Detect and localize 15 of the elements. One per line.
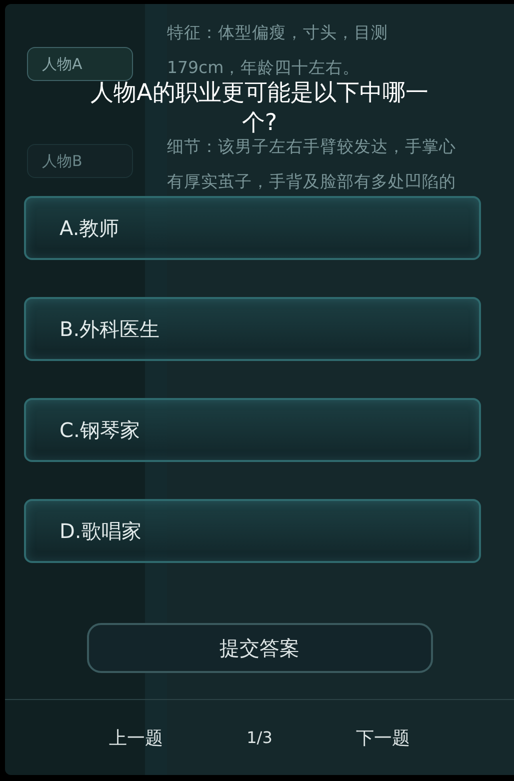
description-line: 特征：体型偏瘦，寸头，目测 [167,24,389,42]
description-line: 细节：该男子左右手臂较发达，手掌心 [167,138,456,156]
question-text: 人物A的职业更可能是以下中哪一个? [90,79,430,138]
description-line: 179cm，年龄四十左右。 [167,59,361,77]
previous-button[interactable]: 上一题 [104,724,167,752]
character-tab[interactable]: 人物B [27,144,133,178]
next-button[interactable]: 下一题 [352,724,414,752]
submit-button[interactable]: 提交答案 [86,623,432,673]
page-indicator: 1/3 [246,728,272,747]
answer-option[interactable]: C.钢琴家 [24,398,480,462]
answer-option[interactable]: A.教师 [24,196,480,260]
answer-option[interactable]: D.歌唱家 [24,499,480,563]
character-tab[interactable]: 人物A [27,47,133,81]
description-line: 有厚实茧子，手背及脸部有多处凹陷的 [167,173,456,191]
answer-option[interactable]: B.外科医生 [24,297,480,361]
